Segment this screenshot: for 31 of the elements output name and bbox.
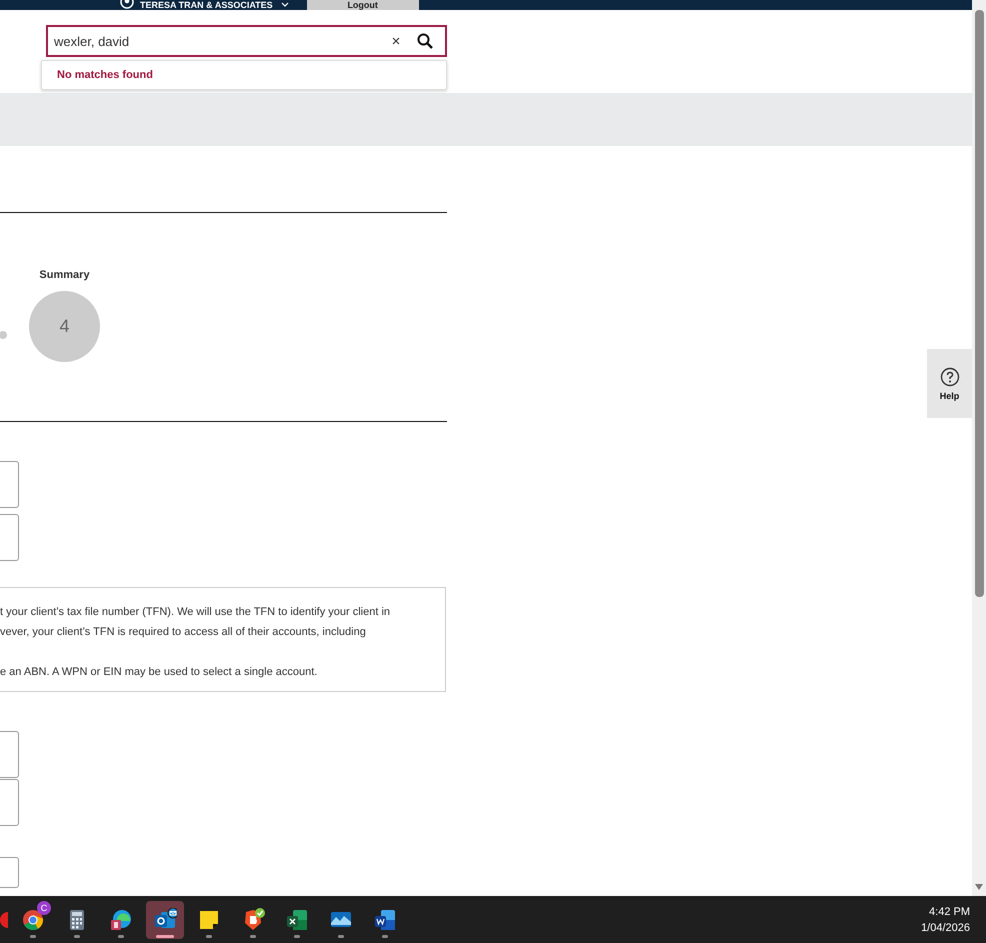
scroll-down-icon[interactable] [975, 884, 983, 890]
notification-badge: C [37, 900, 51, 914]
scrollbar-thumb[interactable] [975, 10, 984, 597]
step-label: Summary [39, 269, 90, 281]
taskbar-app[interactable] [146, 900, 184, 938]
search-field[interactable]: wexler, david × [46, 25, 447, 57]
step-circle[interactable]: 4 [29, 291, 100, 362]
input-field[interactable] [0, 779, 19, 826]
no-matches-message: No matches found [57, 69, 153, 81]
input-field[interactable] [0, 857, 19, 888]
clock[interactable]: 4:42 PM 1/04/2026 [921, 904, 970, 936]
step-dot [0, 331, 7, 339]
firm-name[interactable]: TERESA TRAN & ASSOCIATES [140, 0, 273, 10]
caret-icon[interactable] [280, 2, 289, 8]
info-text: t your client’s tax file number (TFN). We will use the TFN to identify your client in [0, 605, 392, 620]
clear-button[interactable]: × [385, 32, 407, 50]
input-field[interactable] [0, 731, 19, 778]
info-text: vever, your client’s TFN is required to access all of their accounts, including [0, 625, 367, 640]
taskbar-app[interactable]: C [14, 900, 52, 938]
clock-date: 1/04/2026 [921, 921, 970, 936]
clock-time: 4:42 PM [928, 905, 970, 920]
logout-button[interactable]: Logout [306, 0, 419, 10]
help-icon [940, 366, 960, 386]
browser-icon [109, 908, 133, 932]
input-field[interactable] [0, 461, 19, 508]
document-icon [373, 908, 397, 932]
search-icon [417, 33, 433, 49]
help-button[interactable]: Help [927, 349, 972, 418]
spreadsheet-icon [285, 908, 309, 932]
input-field[interactable] [0, 514, 19, 561]
info-text: e an ABN. A WPN or EIN may be used to select a single account. [0, 665, 318, 680]
